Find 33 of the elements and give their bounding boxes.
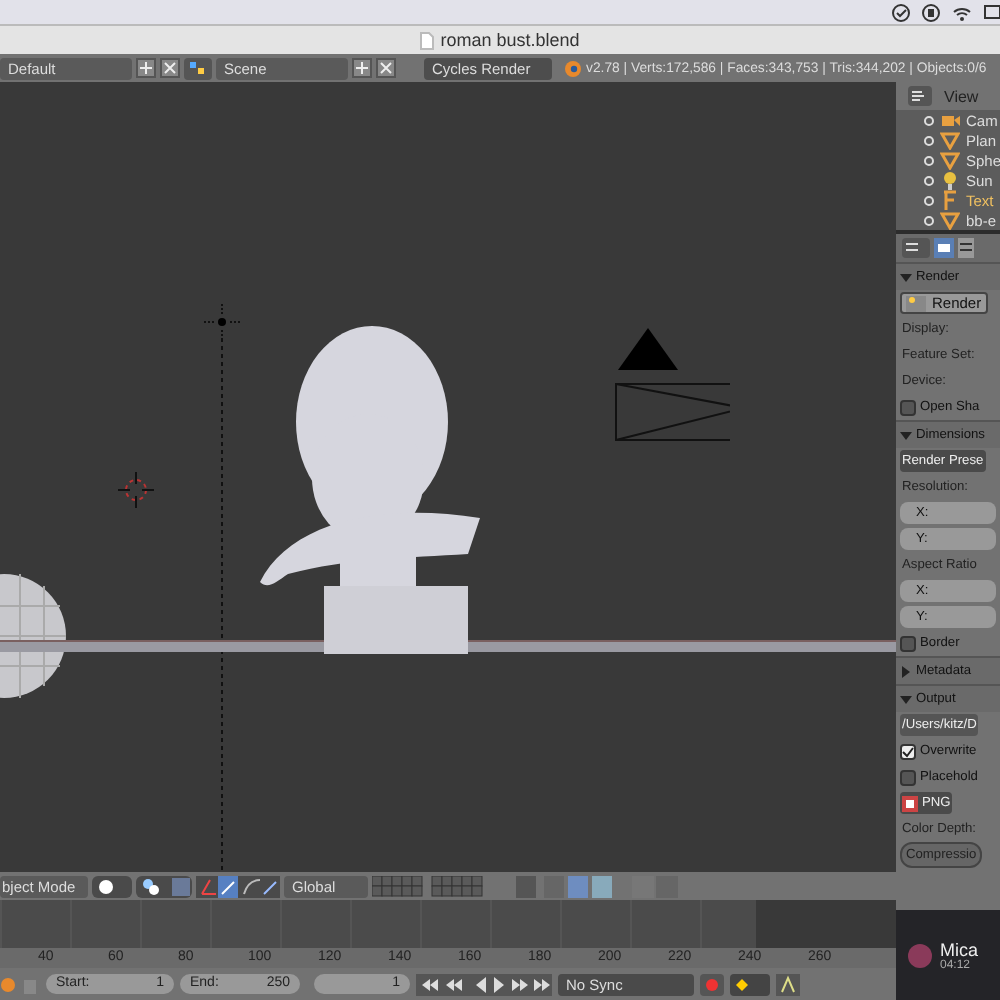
editor-type-icon[interactable] — [902, 238, 930, 258]
window-title: roman bust.blend — [440, 30, 580, 50]
plus-icon[interactable] — [352, 58, 372, 78]
wifi-icon — [952, 3, 972, 21]
light-lamp-icon — [202, 302, 242, 342]
checkbox[interactable] — [900, 769, 916, 785]
close-icon[interactable] — [376, 58, 396, 78]
scene-icon[interactable] — [184, 57, 212, 79]
layers-icon[interactable] — [958, 238, 974, 258]
editor-type-icon[interactable] — [908, 86, 932, 106]
plus-icon[interactable] — [136, 58, 156, 78]
image-icon — [902, 795, 918, 811]
bulb-icon — [940, 170, 960, 190]
triangle-icon — [940, 210, 960, 230]
camera-render-icon[interactable] — [934, 238, 954, 258]
3d-cursor-icon — [116, 470, 156, 510]
checkbox[interactable] — [900, 635, 916, 651]
render-icon — [906, 295, 926, 311]
text-icon — [940, 190, 960, 210]
checkmark-icon — [892, 3, 910, 21]
avatar-circle — [908, 943, 932, 967]
pivot-icon[interactable] — [136, 875, 192, 897]
close-icon[interactable] — [160, 58, 180, 78]
display-icon — [984, 3, 1000, 21]
notification-title: Mica — [940, 939, 979, 959]
camera-icon — [940, 110, 960, 130]
checkbox[interactable] — [900, 743, 916, 759]
checkbox[interactable] — [900, 399, 916, 415]
playback-controls-icon[interactable] — [416, 973, 552, 995]
keyframe-icon[interactable] — [730, 973, 770, 995]
blender-logo-icon — [564, 59, 582, 77]
document-icon — [420, 31, 435, 49]
manipulator-icons[interactable] — [196, 875, 280, 897]
